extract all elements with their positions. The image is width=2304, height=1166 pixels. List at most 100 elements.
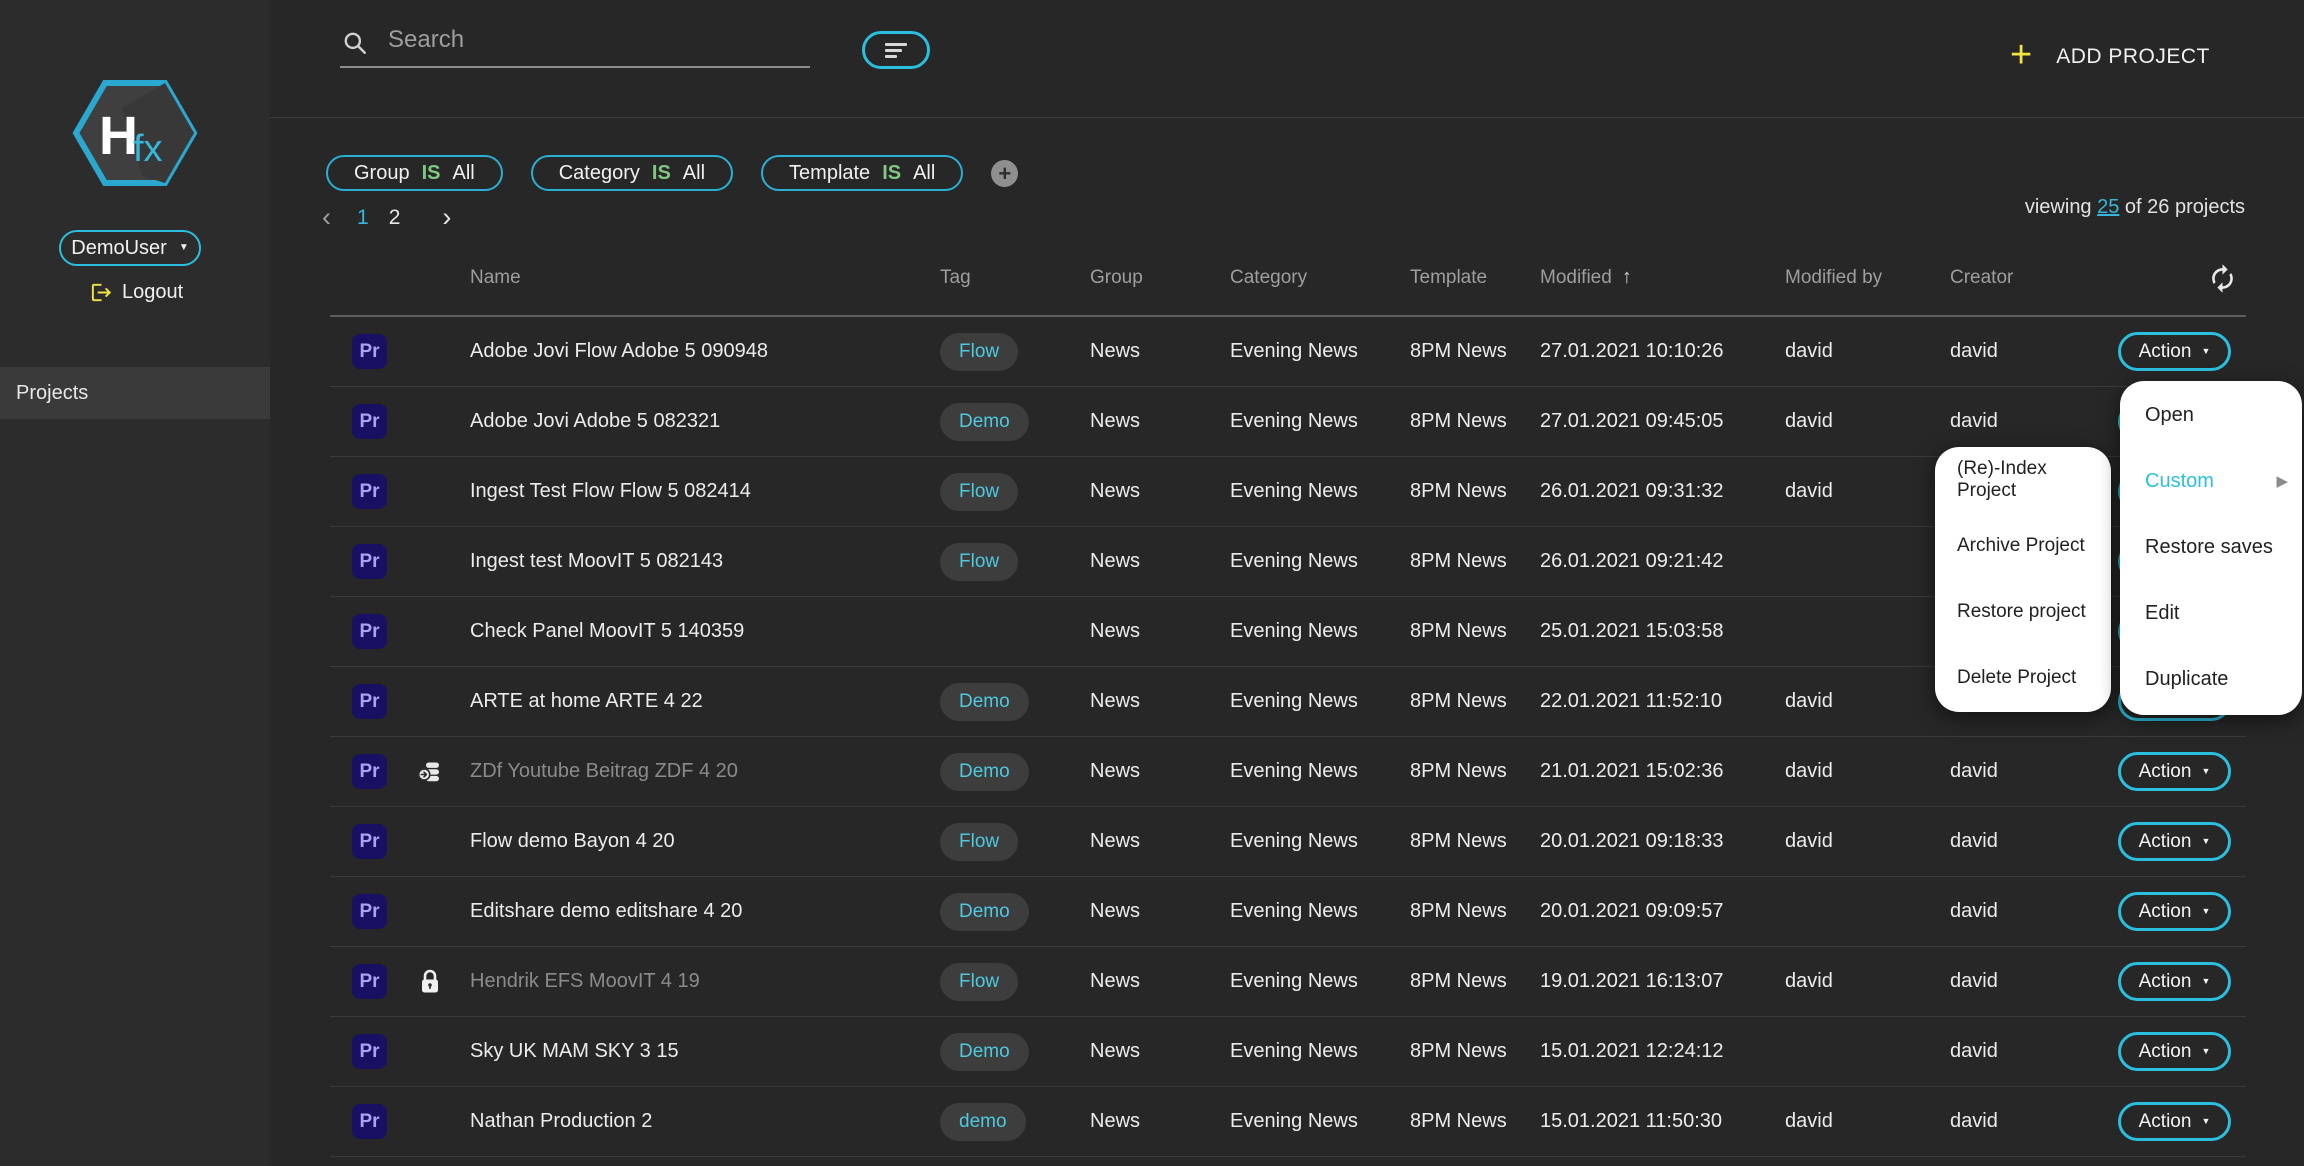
action-button[interactable]: Action ▼ — [2118, 1032, 2231, 1071]
modified-by-cell: david — [1785, 1110, 1950, 1133]
tag-badge: Demo — [940, 893, 1029, 931]
filter-sort-button[interactable] — [862, 31, 930, 69]
table-header: Name Tag Group Category Template Modifie… — [330, 240, 2246, 317]
template-cell: 8PM News — [1410, 1040, 1540, 1063]
group-cell: News — [1090, 970, 1230, 993]
chevron-down-icon: ▼ — [2201, 977, 2210, 986]
filter-chip-template[interactable]: Template IS All — [761, 155, 963, 191]
project-name: Adobe Jovi Adobe 5 082321 — [470, 410, 940, 433]
template-cell: 8PM News — [1410, 830, 1540, 853]
submenu-item-restore-project[interactable]: Restore project — [1935, 579, 2111, 645]
submenu-item-delete-project[interactable]: Delete Project — [1935, 645, 2111, 711]
group-cell: News — [1090, 340, 1230, 363]
chevron-down-icon: ▼ — [2201, 1047, 2210, 1056]
table-row[interactable]: Pr Editshare demo editshare 4 20 Demo Ne… — [330, 877, 2246, 947]
creator-cell: david — [1950, 830, 2110, 853]
project-name: Editshare demo editshare 4 20 — [470, 900, 940, 923]
sidebar-item-projects[interactable]: Projects — [0, 367, 270, 419]
page-next-button[interactable]: › — [438, 204, 455, 231]
search-input[interactable] — [340, 20, 810, 68]
table-row[interactable]: Pr ZDf Youtube Beitrag ZDF 4 20 Demo New… — [330, 737, 2246, 807]
modified-by-cell: david — [1785, 480, 1950, 503]
add-project-button[interactable]: + ADD PROJECT — [2010, 40, 2210, 74]
group-cell: News — [1090, 550, 1230, 573]
modified-by-cell: david — [1785, 970, 1950, 993]
page-prev-button[interactable]: ‹ — [318, 204, 335, 231]
action-button[interactable]: Action ▼ — [2118, 962, 2231, 1001]
lock-icon — [419, 969, 441, 994]
menu-item-edit[interactable]: Edit — [2120, 580, 2302, 646]
category-cell: Evening News — [1230, 760, 1410, 783]
refresh-icon — [2207, 263, 2238, 294]
template-cell: 8PM News — [1410, 1110, 1540, 1133]
menu-item-custom[interactable]: Custom▶ — [2120, 448, 2302, 514]
action-button[interactable]: Action ▼ — [2118, 1102, 2231, 1141]
creator-cell: david — [1950, 1040, 2110, 1063]
category-cell: Evening News — [1230, 340, 1410, 363]
modified-cell: 26.01.2021 09:31:32 — [1540, 480, 1785, 503]
table-row[interactable]: Pr Nathan Production 2 demo News Evening… — [330, 1087, 2246, 1157]
modified-by-cell: david — [1785, 760, 1950, 783]
menu-item-open[interactable]: Open — [2120, 382, 2302, 448]
col-header-template: Template — [1410, 267, 1540, 289]
sort-lines-icon — [885, 43, 907, 46]
action-button[interactable]: Action ▼ — [2118, 822, 2231, 861]
modified-cell: 15.01.2021 11:50:30 — [1540, 1110, 1785, 1133]
tag-badge: Flow — [940, 823, 1018, 861]
action-dropdown-menu: OpenCustom▶Restore savesEditDuplicate — [2120, 381, 2302, 715]
premiere-project-icon: Pr — [352, 824, 387, 859]
premiere-project-icon: Pr — [352, 1034, 387, 1069]
submenu-item--re-index-project[interactable]: (Re)-Index Project — [1935, 447, 2111, 513]
premiere-project-icon: Pr — [352, 614, 387, 649]
svg-text:fx: fx — [133, 128, 163, 170]
template-cell: 8PM News — [1410, 550, 1540, 573]
app-logo: H fx — [72, 78, 198, 193]
category-cell: Evening News — [1230, 970, 1410, 993]
modified-cell: 20.01.2021 09:18:33 — [1540, 830, 1785, 853]
category-cell: Evening News — [1230, 830, 1410, 853]
col-header-modified[interactable]: Modified ↑ — [1540, 266, 1785, 289]
tag-badge: Flow — [940, 963, 1018, 1001]
category-cell: Evening News — [1230, 900, 1410, 923]
premiere-project-icon: Pr — [352, 334, 387, 369]
table-row[interactable]: Pr Sky UK MAM SKY 3 15 Demo News Evening… — [330, 1017, 2246, 1087]
page-button-2[interactable]: 2 — [387, 206, 403, 230]
col-header-creator: Creator — [1950, 267, 2110, 289]
chevron-down-icon: ▼ — [2201, 767, 2210, 776]
creator-cell: david — [1950, 760, 2110, 783]
modified-by-cell: david — [1785, 830, 1950, 853]
group-cell: News — [1090, 480, 1230, 503]
modified-cell: 27.01.2021 09:45:05 — [1540, 410, 1785, 433]
project-name: Hendrik EFS MoovIT 4 19 — [470, 970, 940, 993]
action-button[interactable]: Action ▼ — [2118, 332, 2231, 371]
chevron-down-icon: ▼ — [2201, 1117, 2210, 1126]
category-cell: Evening News — [1230, 410, 1410, 433]
menu-item-duplicate[interactable]: Duplicate — [2120, 646, 2302, 712]
premiere-project-icon: Pr — [352, 404, 387, 439]
table-row[interactable]: Pr Flow demo Bayon 4 20 Flow News Evenin… — [330, 807, 2246, 877]
filter-chip-category[interactable]: Category IS All — [531, 155, 733, 191]
template-cell: 8PM News — [1410, 340, 1540, 363]
filter-chip-group[interactable]: Group IS All — [326, 155, 503, 191]
user-menu-button[interactable]: DemoUser ▼ — [59, 230, 201, 266]
add-filter-button[interactable]: + — [991, 160, 1018, 187]
table-row[interactable]: Pr Adobe Jovi Flow Adobe 5 090948 Flow N… — [330, 317, 2246, 387]
template-cell: 8PM News — [1410, 760, 1540, 783]
tag-badge: Flow — [940, 543, 1018, 581]
action-button[interactable]: Action ▼ — [2118, 752, 2231, 791]
modified-by-cell: david — [1785, 340, 1950, 363]
submenu-item-archive-project[interactable]: Archive Project — [1935, 513, 2111, 579]
menu-item-restore-saves[interactable]: Restore saves — [2120, 514, 2302, 580]
page-button-1[interactable]: 1 — [355, 206, 371, 230]
logout-button[interactable]: Logout — [90, 281, 183, 304]
viewing-count-link[interactable]: 25 — [2097, 196, 2119, 218]
filter-chips-row: Group IS All Category IS All Template IS… — [326, 155, 1018, 191]
premiere-project-icon: Pr — [352, 544, 387, 579]
refresh-button[interactable] — [2207, 263, 2238, 297]
premiere-project-icon: Pr — [352, 754, 387, 789]
action-button[interactable]: Action ▼ — [2118, 892, 2231, 931]
tag-badge: demo — [940, 1103, 1026, 1141]
table-row[interactable]: Pr Hendrik EFS MoovIT 4 19 Flow News Eve… — [330, 947, 2246, 1017]
header-divider — [270, 117, 2304, 118]
viewing-summary: viewing 25 of 26 projects — [2025, 196, 2245, 219]
